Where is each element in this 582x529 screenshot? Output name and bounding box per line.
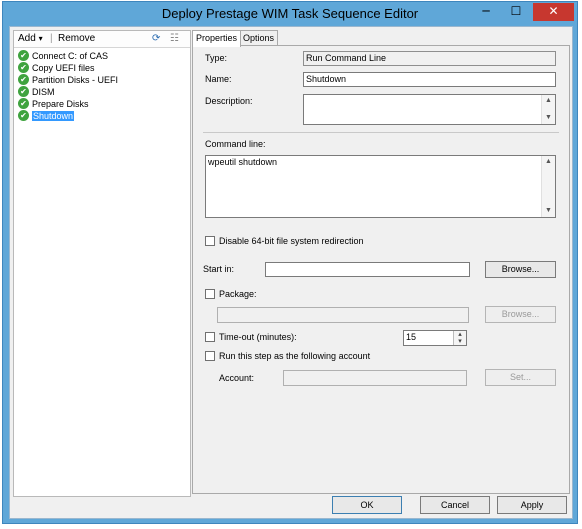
browse-package-button: Browse... (485, 306, 556, 323)
scroll-down-icon[interactable]: ▼ (542, 205, 555, 217)
start-in-label: Start in: (203, 264, 235, 274)
spin-down-icon[interactable]: ▾ (454, 338, 466, 345)
disable-64bit-label: Disable 64-bit file system redirection (219, 236, 364, 246)
command-line-scrollbar[interactable]: ▲ ▼ (541, 156, 555, 217)
description-label: Description: (205, 96, 253, 106)
step-label: Partition Disks - UEFI (32, 75, 119, 85)
browse-button[interactable]: Browse... (485, 261, 556, 278)
name-field[interactable]: Shutdown (303, 72, 556, 87)
step-label: Connect C: of CAS (32, 51, 109, 61)
name-label: Name: (205, 74, 232, 84)
scroll-down-icon[interactable]: ▼ (542, 112, 555, 124)
step-item[interactable]: ✔ Prepare Disks (18, 98, 89, 110)
type-label: Type: (205, 53, 228, 63)
package-checkbox[interactable] (205, 289, 215, 299)
command-line-field[interactable]: wpeutil shutdown ▲ ▼ (205, 155, 556, 218)
command-line-label: Command line: (205, 139, 266, 149)
package-label: Package: (219, 289, 257, 299)
step-label: DISM (32, 87, 55, 97)
chevron-down-icon: ▾ (38, 34, 43, 43)
minimize-button[interactable]: ─ (472, 3, 500, 21)
step-item[interactable]: ✔ DISM (18, 86, 55, 98)
check-icon: ✔ (18, 98, 29, 109)
dialog-client-area: Add ▾ | Remove ⟳ ☷ ✔ Connect C: of CAS ✔ Co… (9, 26, 573, 519)
dialog-window: Deploy Prestage WIM Task Sequence Editor… (2, 1, 578, 524)
title-bar[interactable]: Deploy Prestage WIM Task Sequence Editor… (3, 2, 577, 26)
step-item[interactable]: ✔ Partition Disks - UEFI (18, 74, 118, 86)
scroll-up-icon[interactable]: ▲ (542, 95, 555, 107)
package-field (217, 307, 469, 323)
step-label: Prepare Disks (32, 99, 89, 109)
check-icon: ✔ (18, 62, 29, 73)
step-item[interactable]: ✔ Shutdown (18, 110, 75, 122)
account-field (283, 370, 467, 386)
timeout-label: Time-out (minutes): (219, 332, 297, 342)
command-line-value: wpeutil shutdown (208, 157, 278, 167)
ok-button[interactable]: OK (332, 496, 402, 514)
step-label: Copy UEFI files (32, 63, 95, 73)
timeout-value: 15 (406, 332, 417, 342)
run-as-account-label: Run this step as the following account (219, 351, 371, 361)
account-label: Account: (219, 373, 255, 383)
tab-properties[interactable]: Properties (192, 30, 241, 47)
check-icon: ✔ (18, 110, 29, 121)
set-account-button: Set... (485, 369, 556, 386)
toolbar-separator: | (50, 33, 53, 44)
add-menu-button[interactable]: Add ▾ (18, 32, 43, 46)
check-icon: ✔ (18, 86, 29, 97)
dialog-buttons: OK Cancel Apply (192, 496, 570, 518)
timeout-spin[interactable]: ▴ ▾ (453, 331, 466, 345)
cancel-button[interactable]: Cancel (420, 496, 490, 514)
disable-64bit-checkbox[interactable] (205, 236, 215, 246)
step-label: Shutdown (32, 111, 75, 121)
check-icon: ✔ (18, 74, 29, 85)
description-field[interactable]: ▲ ▼ (303, 94, 556, 125)
step-tree-pane: Add ▾ | Remove ⟳ ☷ ✔ Connect C: of CAS ✔ Co… (13, 30, 191, 497)
description-scrollbar[interactable]: ▲ ▼ (541, 95, 555, 124)
run-as-account-checkbox[interactable] (205, 351, 215, 361)
tree-toolbar: Add ▾ | Remove ⟳ ☷ (14, 31, 190, 48)
move-up-icon[interactable]: ⟳ (152, 32, 160, 46)
remove-button[interactable]: Remove (58, 32, 95, 46)
type-field: Run Command Line (303, 51, 556, 66)
step-item[interactable]: ✔ Copy UEFI files (18, 62, 95, 74)
properties-panel: Type: Run Command Line Name: Shutdown De… (192, 45, 570, 494)
move-down-icon[interactable]: ☷ (170, 32, 179, 46)
apply-button[interactable]: Apply (497, 496, 567, 514)
maximize-button[interactable]: ☐ (502, 3, 530, 21)
timeout-stepper[interactable]: 15 ▴ ▾ (403, 330, 467, 346)
scroll-up-icon[interactable]: ▲ (542, 156, 555, 168)
divider (203, 132, 559, 133)
spin-up-icon[interactable]: ▴ (454, 331, 466, 338)
tab-options[interactable]: Options (239, 30, 278, 46)
add-label: Add (18, 33, 36, 44)
properties-pane: Properties Options Type: Run Command Lin… (192, 30, 570, 494)
check-icon: ✔ (18, 50, 29, 61)
close-button[interactable]: ✕ (533, 3, 574, 21)
step-item[interactable]: ✔ Connect C: of CAS (18, 50, 108, 62)
timeout-checkbox[interactable] (205, 332, 215, 342)
start-in-field[interactable] (265, 262, 470, 277)
